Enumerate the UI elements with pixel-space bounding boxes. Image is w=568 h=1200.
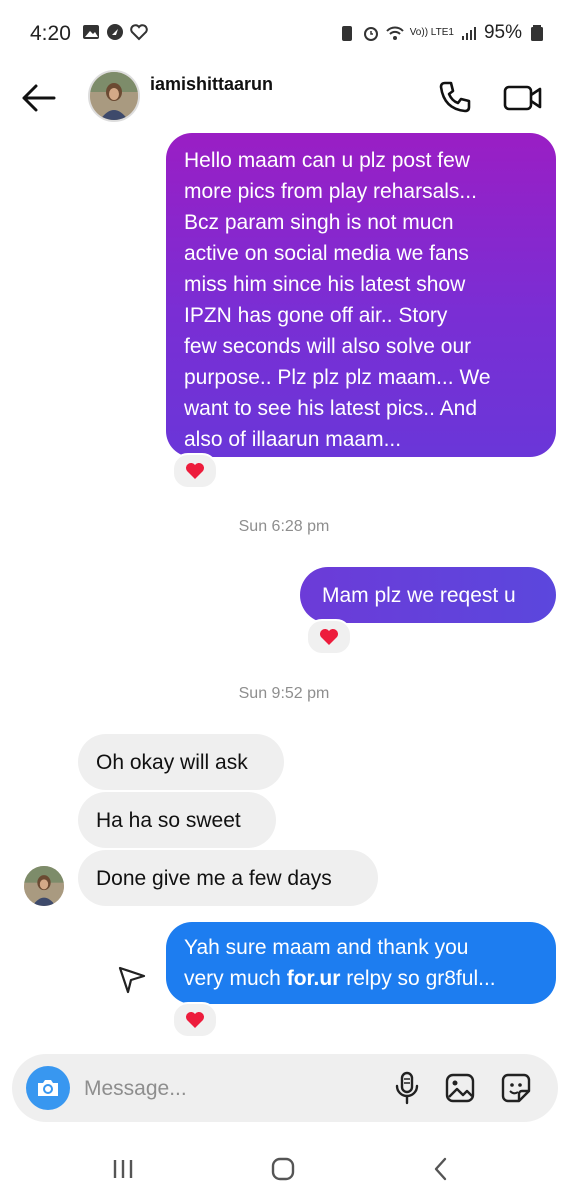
received-message-bubble[interactable]: Oh okay will ask bbox=[78, 734, 284, 790]
received-message-bubble[interactable]: Done give me a few days bbox=[78, 850, 378, 906]
camera-button[interactable] bbox=[26, 1066, 70, 1110]
back-nav-icon[interactable] bbox=[426, 1154, 456, 1184]
wifi-icon bbox=[385, 26, 404, 40]
sent-message-bubble[interactable]: Mam plz we reqest u bbox=[300, 567, 556, 623]
timestamp: Sun 9:52 pm bbox=[238, 685, 330, 702]
heart-reaction[interactable] bbox=[306, 619, 352, 655]
battery-icon bbox=[531, 25, 543, 41]
message-text: Mam plz we reqest u bbox=[322, 583, 516, 607]
network-type: Vo)) LTE1 bbox=[409, 27, 454, 38]
phone-icon[interactable] bbox=[436, 78, 474, 116]
heart-icon bbox=[186, 1012, 204, 1028]
recents-icon[interactable] bbox=[108, 1154, 138, 1184]
heart-reaction[interactable] bbox=[172, 453, 218, 489]
message-line: Yah sure maam and thank you bbox=[184, 936, 469, 959]
sent-message-bubble[interactable]: Yah sure maam and thank you very much fo… bbox=[166, 922, 556, 1004]
battery-saver-icon bbox=[341, 26, 352, 41]
message-line: Bcz param singh is not mucn bbox=[184, 211, 454, 234]
message-text: Oh okay will ask bbox=[96, 750, 248, 774]
contact-username[interactable]: iamishittaarun bbox=[150, 74, 273, 95]
status-time: 4:20 bbox=[30, 22, 71, 45]
heart-reaction[interactable] bbox=[172, 1002, 218, 1038]
status-right: Vo)) LTE1 95% bbox=[338, 22, 546, 44]
avatar-photo bbox=[24, 866, 64, 906]
camera-icon bbox=[38, 1080, 58, 1096]
sent-message-bubble[interactable]: Hello maam can u plz post few more pics … bbox=[166, 133, 556, 457]
navigation-notification-icon bbox=[107, 24, 123, 40]
message-text: very much bbox=[184, 967, 287, 990]
message-line: active on social media we fans bbox=[184, 242, 469, 265]
message-composer bbox=[12, 1054, 558, 1122]
message-line: purpose.. Plz plz plz maam... We bbox=[184, 366, 491, 389]
message-line: more pics from play reharsals... bbox=[184, 180, 477, 203]
home-icon[interactable] bbox=[268, 1154, 298, 1184]
message-line: IPZN has gone off air.. Story bbox=[184, 304, 448, 327]
message-text: Ha ha so sweet bbox=[96, 808, 241, 832]
sender-avatar[interactable] bbox=[24, 866, 64, 906]
avatar-photo bbox=[90, 72, 138, 120]
message-text: relpy so gr8ful... bbox=[340, 967, 496, 990]
message-line: Hello maam can u plz post few bbox=[184, 149, 470, 172]
health-notification-icon bbox=[130, 24, 148, 41]
heart-icon bbox=[186, 463, 204, 479]
sticker-icon[interactable] bbox=[500, 1072, 532, 1104]
video-icon[interactable] bbox=[502, 80, 544, 116]
message-line: miss him since his latest show bbox=[184, 273, 466, 296]
message-line: also of illaarun maam... bbox=[184, 428, 402, 451]
battery-percent: 95% bbox=[483, 22, 522, 43]
signal-icon bbox=[461, 27, 476, 40]
message-text: Done give me a few days bbox=[96, 866, 332, 890]
message-input[interactable] bbox=[82, 1068, 376, 1110]
heart-icon bbox=[320, 629, 338, 645]
message-line: want to see his latest pics.. And bbox=[184, 397, 477, 420]
message-line: very much for.ur relpy so gr8ful... bbox=[184, 963, 538, 994]
notification-icons bbox=[82, 23, 148, 41]
alarm-icon bbox=[363, 27, 378, 41]
status-bar: 4:20 Vo)) LTE1 95% bbox=[0, 0, 568, 60]
back-arrow-icon[interactable] bbox=[18, 80, 58, 116]
gallery-notification-icon bbox=[83, 25, 99, 39]
contact-avatar[interactable] bbox=[88, 70, 140, 122]
chat-header: iamishittaarun bbox=[0, 62, 568, 132]
timestamp: Sun 6:28 pm bbox=[238, 518, 330, 535]
system-navigation-bar bbox=[0, 1136, 568, 1200]
message-text-bold: for.ur bbox=[286, 967, 341, 990]
gallery-icon[interactable] bbox=[444, 1072, 476, 1104]
microphone-icon[interactable] bbox=[392, 1070, 422, 1106]
received-message-bubble[interactable]: Ha ha so sweet bbox=[78, 792, 276, 848]
message-line: few seconds will also solve our bbox=[184, 335, 472, 358]
share-icon[interactable] bbox=[116, 962, 148, 994]
